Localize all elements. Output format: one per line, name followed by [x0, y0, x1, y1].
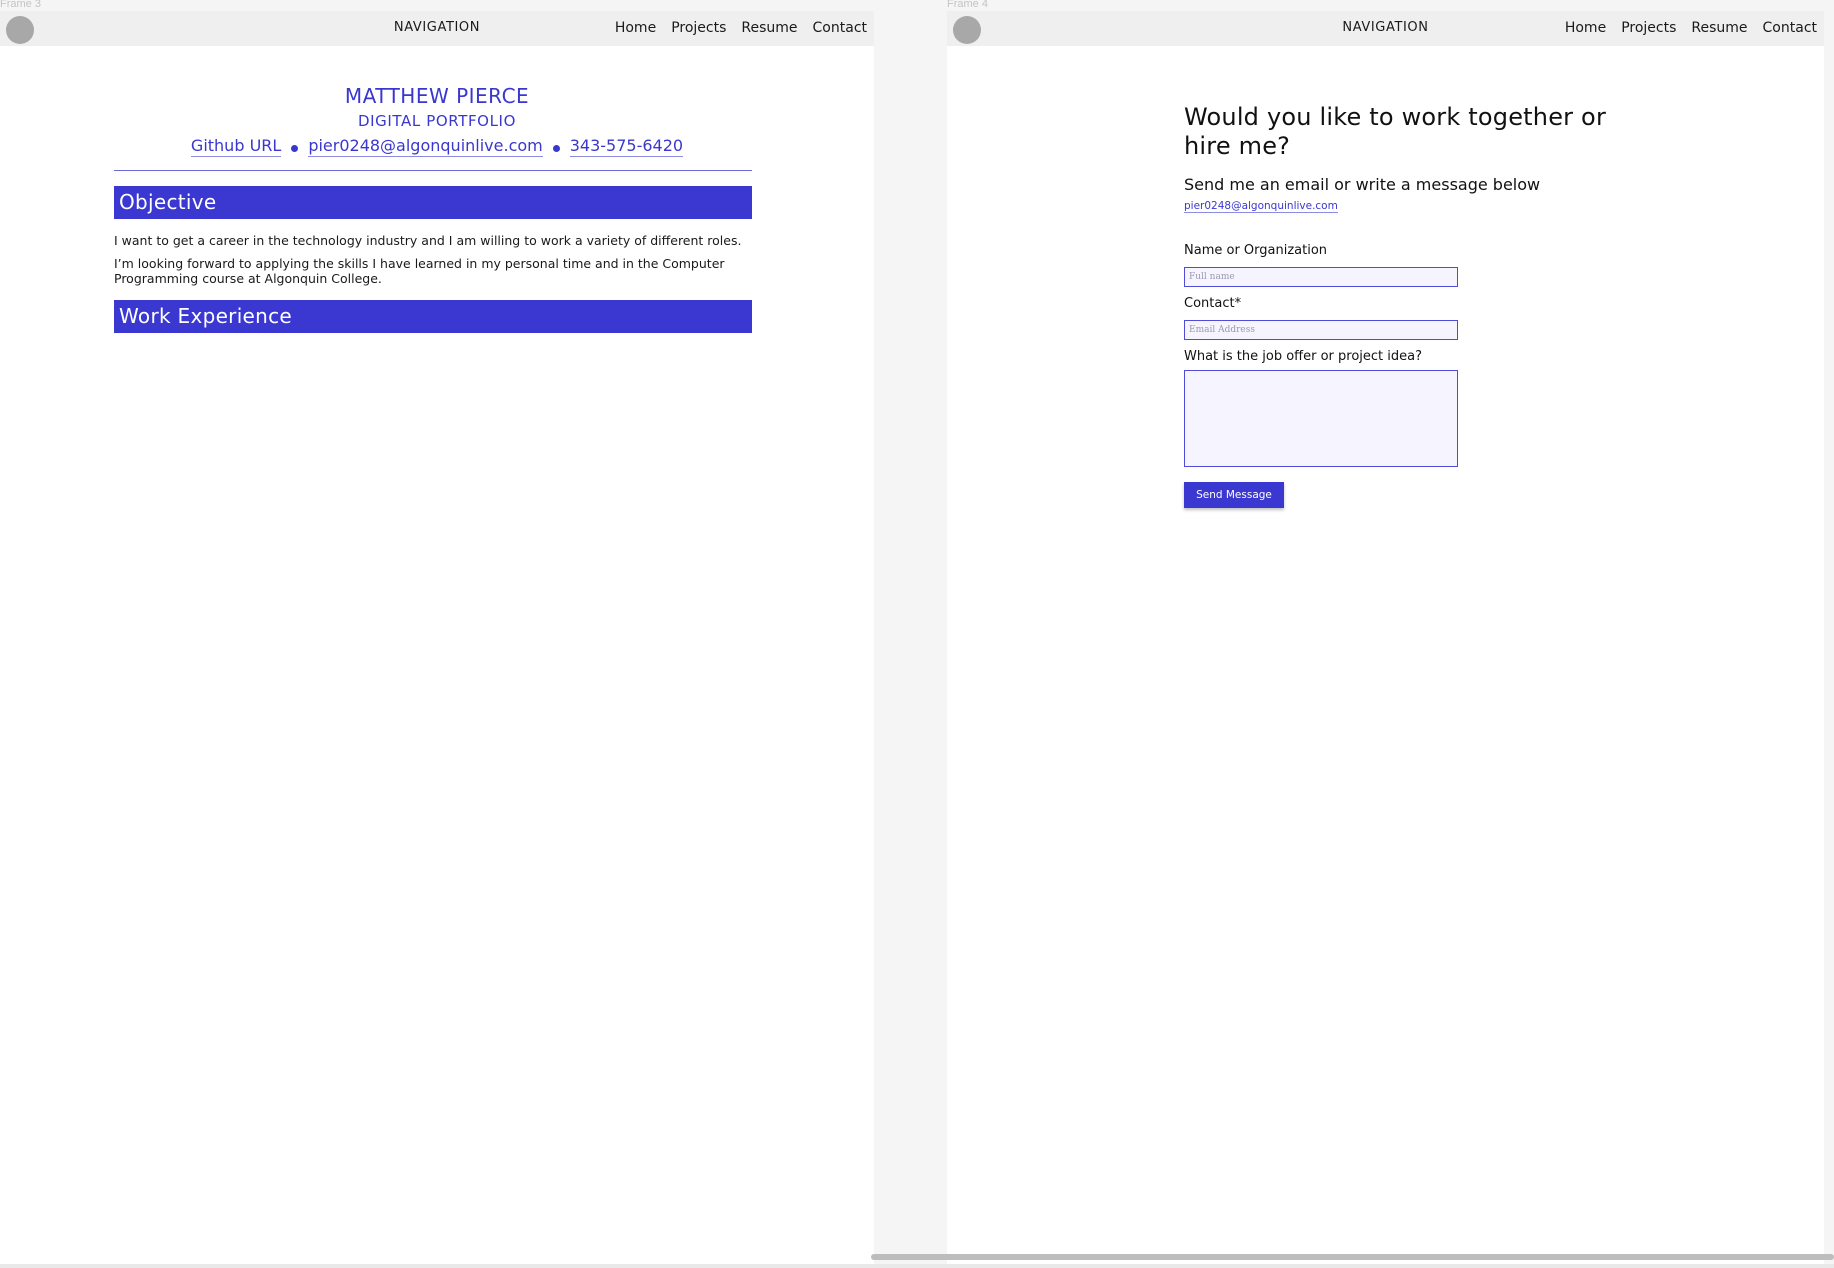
nav-link-home[interactable]: Home	[615, 20, 656, 36]
navbar: NAVIGATION Home Projects Resume Contact	[0, 11, 874, 46]
message-label: What is the job offer or project idea?	[1184, 349, 1423, 364]
nav-link-resume[interactable]: Resume	[1691, 20, 1747, 36]
resume-header: MATTHEW PIERCE DIGITAL PORTFOLIO Github …	[0, 83, 874, 157]
contact-section: Would you like to work together or hire …	[1184, 103, 1614, 508]
resume-subtitle: DIGITAL PORTFOLIO	[358, 112, 516, 130]
nav-links: Home Projects Resume Contact	[1565, 20, 1817, 36]
github-link[interactable]: Github URL	[190, 136, 282, 157]
nav-link-resume[interactable]: Resume	[741, 20, 797, 36]
resume-frame: NAVIGATION Home Projects Resume Contact …	[0, 11, 874, 1268]
objective-paragraph-1: I want to get a career in the technology…	[114, 233, 742, 248]
nav-link-projects[interactable]: Projects	[671, 20, 726, 36]
objective-paragraph-2: I’m looking forward to applying the skil…	[114, 256, 725, 286]
nav-link-projects[interactable]: Projects	[1621, 20, 1676, 36]
contact-email-input[interactable]	[1184, 320, 1458, 340]
work-experience-heading: Work Experience	[114, 300, 752, 333]
nav-link-home[interactable]: Home	[1565, 20, 1606, 36]
design-canvas: Frame 3 Frame 4 NAVIGATION Home Projects…	[0, 0, 1834, 1268]
contact-email-link[interactable]: pier0248@algonquinlive.com	[1184, 200, 1338, 213]
nav-links: Home Projects Resume Contact	[615, 20, 867, 36]
objective-heading: Objective	[114, 186, 752, 219]
name-label: Name or Organization	[1184, 243, 1328, 258]
bottom-strip	[0, 1264, 1834, 1268]
email-link[interactable]: pier0248@algonquinlive.com	[308, 136, 543, 157]
bullet-dot-icon	[552, 145, 560, 152]
contact-heading: Would you like to work together or hire …	[1184, 103, 1607, 160]
send-message-button[interactable]: Send Message	[1184, 482, 1284, 508]
nav-link-contact[interactable]: Contact	[813, 20, 867, 36]
phone-link[interactable]: 343-575-6420	[569, 136, 684, 157]
frame-label-4: Frame 4	[947, 0, 988, 10]
nav-link-contact[interactable]: Contact	[1763, 20, 1817, 36]
contact-subheading: Send me an email or write a message belo…	[1184, 175, 1541, 194]
header-divider	[114, 170, 752, 171]
navbar: NAVIGATION Home Projects Resume Contact	[947, 11, 1824, 46]
contact-line: Github URL pier0248@algonquinlive.com 34…	[0, 136, 874, 157]
name-input[interactable]	[1184, 267, 1458, 287]
contact-label: Contact*	[1184, 296, 1242, 311]
contact-frame: NAVIGATION Home Projects Resume Contact …	[947, 11, 1824, 1268]
contact-form: Name or Organization Contact* What is th…	[1184, 243, 1614, 508]
horizontal-scrollbar[interactable]	[871, 1254, 1834, 1260]
message-textarea[interactable]	[1184, 370, 1458, 467]
bullet-dot-icon	[291, 145, 299, 152]
frame-label-3: Frame 3	[0, 0, 41, 10]
resume-name: MATTHEW PIERCE	[344, 84, 530, 108]
